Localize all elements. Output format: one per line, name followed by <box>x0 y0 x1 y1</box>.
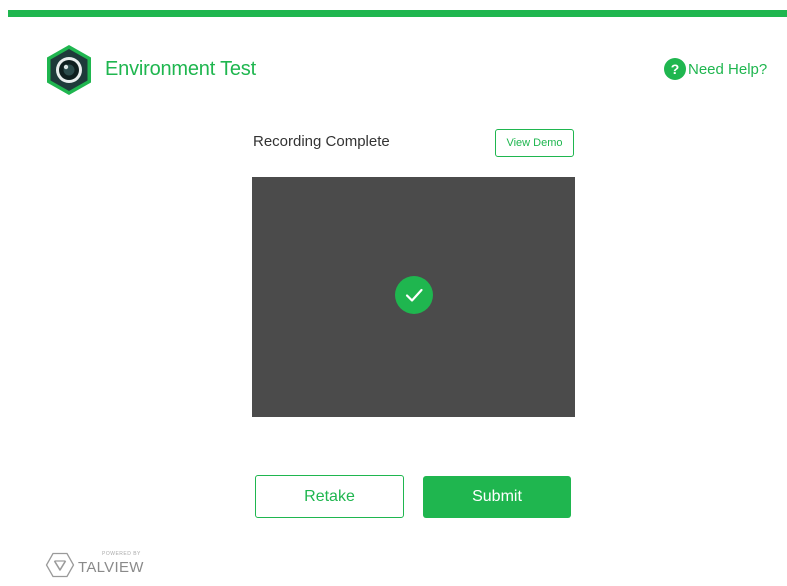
talview-logo-icon <box>45 552 75 578</box>
question-circle-icon: ? <box>664 58 686 80</box>
powered-by-footer: POWERED BY TALVIEW <box>45 550 175 580</box>
svg-text:?: ? <box>671 61 680 77</box>
brand-name: TALVIEW <box>78 559 144 576</box>
submit-button[interactable]: Submit <box>423 476 571 518</box>
retake-button[interactable]: Retake <box>255 475 404 518</box>
need-help-label: Need Help? <box>688 60 768 78</box>
check-circle-icon <box>395 276 433 314</box>
recording-status: Recording Complete <box>253 133 390 150</box>
video-preview <box>252 177 575 417</box>
top-progress-bar <box>8 10 787 17</box>
view-demo-button[interactable]: View Demo <box>495 129 574 157</box>
environment-test-page: Environment Test ? Need Help? Recording … <box>0 0 787 586</box>
powered-by-label: POWERED BY <box>102 551 141 557</box>
need-help-link[interactable]: ? Need Help? <box>664 58 767 80</box>
webcam-hexagon-icon <box>47 45 91 95</box>
page-title: Environment Test <box>105 58 256 80</box>
